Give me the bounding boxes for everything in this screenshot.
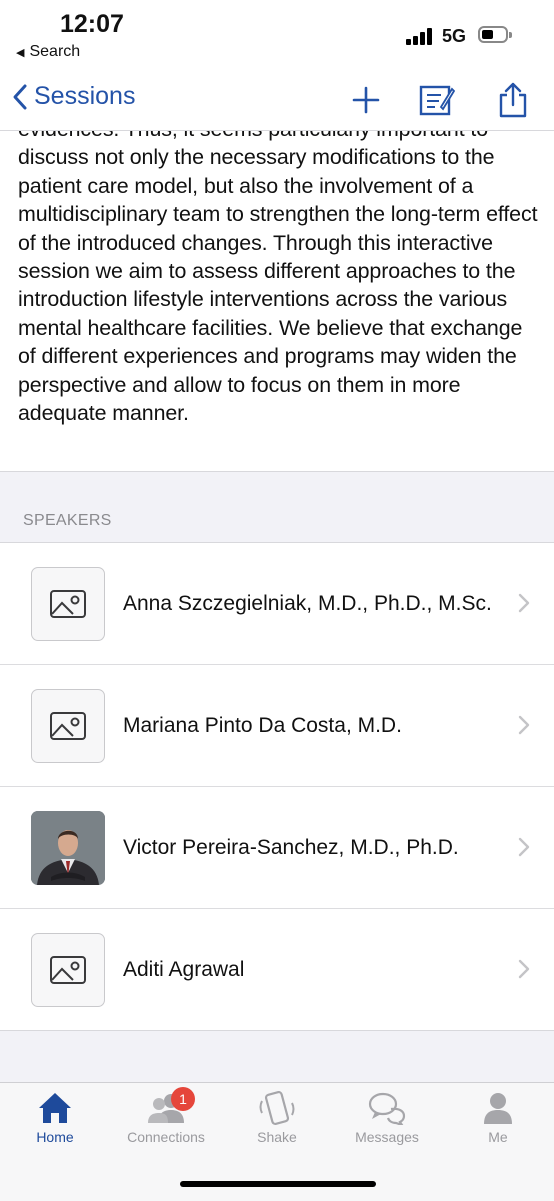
speaker-photo xyxy=(31,811,105,885)
status-bar: 12:07 ◀ Search 5G xyxy=(0,0,554,70)
back-to-app-link[interactable]: ◀ Search xyxy=(16,43,80,61)
speaker-name: Aditi Agrawal xyxy=(123,958,245,981)
back-button-label: Sessions xyxy=(34,82,136,110)
tab-me-label: Me xyxy=(488,1129,508,1145)
tab-messages[interactable]: Messages xyxy=(332,1091,442,1145)
tab-messages-label: Messages xyxy=(355,1129,419,1145)
session-description-text: evidences. Thus, it seems particularly i… xyxy=(18,131,538,426)
chevron-right-icon xyxy=(518,593,530,613)
back-triangle-icon: ◀ xyxy=(16,47,25,59)
chevron-right-icon xyxy=(518,837,530,857)
tab-me[interactable]: Me xyxy=(443,1091,553,1145)
chevron-right-icon xyxy=(518,715,530,735)
tab-shake[interactable]: Shake xyxy=(222,1091,332,1145)
tab-connections-label: Connections xyxy=(127,1129,205,1145)
speaker-name: Mariana Pinto Da Costa, M.D. xyxy=(123,714,402,737)
tab-home[interactable]: Home xyxy=(0,1091,110,1145)
tab-connections[interactable]: 1 Connections xyxy=(111,1087,221,1145)
placeholder-image-icon xyxy=(31,567,105,641)
speaker-row[interactable]: Anna Szczegielniak, M.D., Ph.D., M.Sc. xyxy=(0,543,554,665)
back-button[interactable]: Sessions xyxy=(12,82,135,111)
status-time: 12:07 xyxy=(60,10,124,38)
speaker-name: Anna Szczegielniak, M.D., Ph.D., M.Sc. xyxy=(123,592,492,615)
speaker-name: Victor Pereira-Sanchez, M.D., Ph.D. xyxy=(123,836,459,859)
tab-shake-label: Shake xyxy=(257,1129,297,1145)
battery-icon xyxy=(478,26,512,43)
person-icon xyxy=(484,1093,512,1124)
chevron-right-icon xyxy=(518,959,530,979)
speaker-row[interactable]: Victor Pereira-Sanchez, M.D., Ph.D. xyxy=(0,787,554,909)
plus-icon[interactable] xyxy=(348,82,384,118)
share-icon[interactable] xyxy=(495,82,531,118)
placeholder-image-icon xyxy=(31,933,105,1007)
placeholder-image-icon xyxy=(31,689,105,763)
home-icon xyxy=(39,1093,71,1123)
back-app-label: Search xyxy=(29,43,81,60)
network-type: 5G xyxy=(442,26,467,46)
session-description: evidences. Thus, it seems particularly i… xyxy=(0,131,554,472)
chat-bubbles-icon xyxy=(368,1092,406,1125)
navigation-bar: Sessions xyxy=(0,70,554,131)
speaker-row[interactable]: Mariana Pinto Da Costa, M.D. xyxy=(0,665,554,787)
tab-home-label: Home xyxy=(36,1129,74,1145)
connections-badge: 1 xyxy=(171,1087,195,1111)
chevron-left-icon xyxy=(13,84,27,109)
speakers-list: Anna Szczegielniak, M.D., Ph.D., M.Sc. M… xyxy=(0,542,554,1031)
phone-shake-icon xyxy=(259,1091,295,1125)
signal-icon xyxy=(406,27,436,45)
note-edit-icon[interactable] xyxy=(419,82,455,118)
home-indicator[interactable] xyxy=(180,1181,376,1187)
speaker-row[interactable]: Aditi Agrawal xyxy=(0,909,554,1030)
speakers-section-header: SPEAKERS xyxy=(23,512,112,529)
